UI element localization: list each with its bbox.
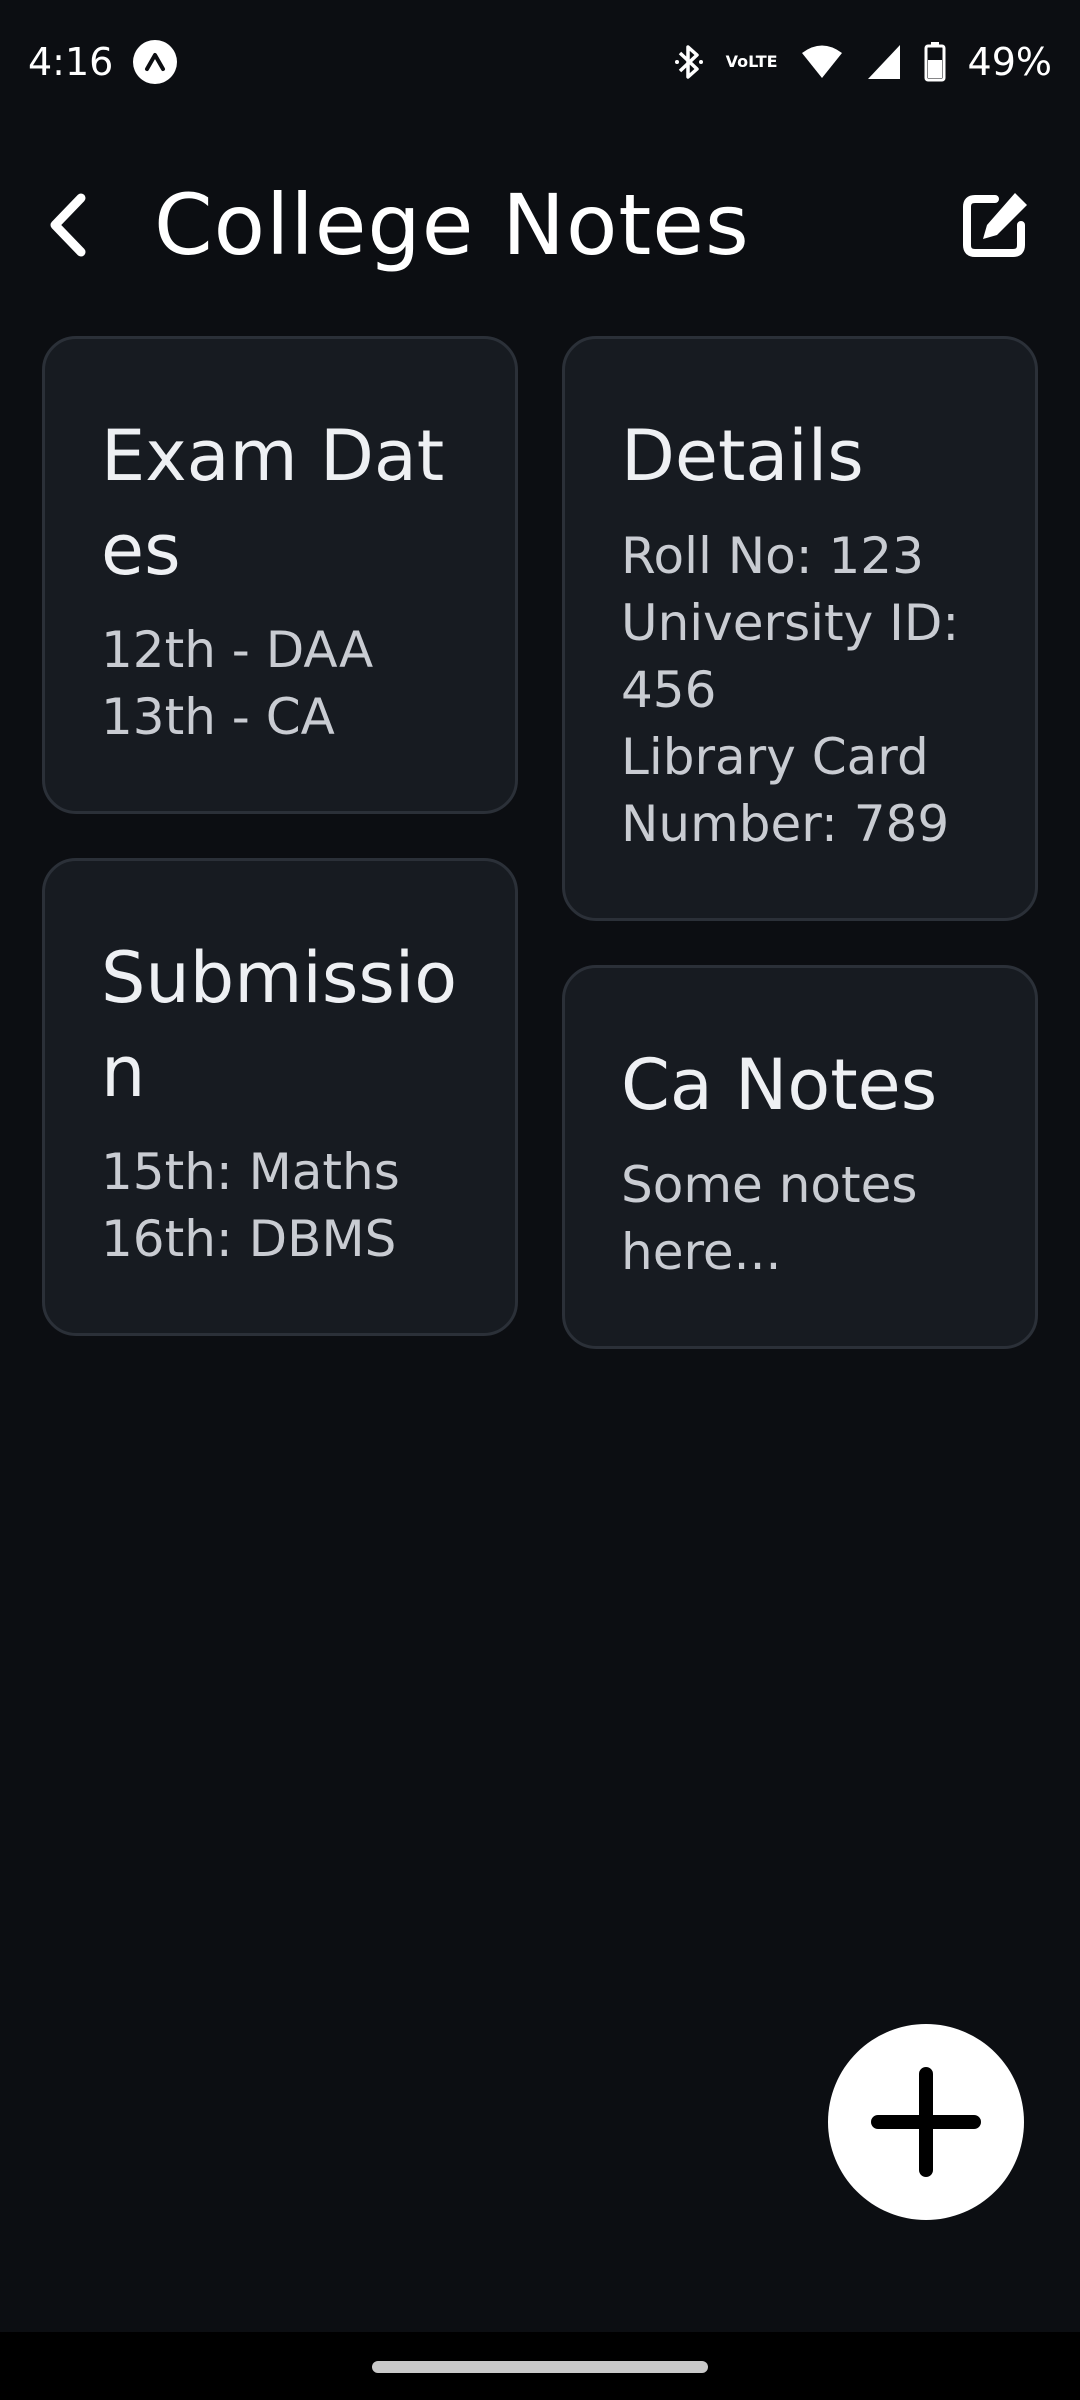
signal-icon <box>866 43 902 81</box>
status-bar: 4:16 Vo LTE 49% <box>0 0 1080 124</box>
note-card-exam-dates[interactable]: Exam Dates 12th - DAA 13th - CA <box>42 336 518 814</box>
note-card-details[interactable]: Details Roll No: 123 University ID: 456 … <box>562 336 1038 921</box>
note-title: Exam Dates <box>101 415 445 591</box>
notes-column-left: Exam Dates 12th - DAA 13th - CA Submissi… <box>42 336 518 1349</box>
note-body: Some notes here... <box>621 1156 918 1281</box>
status-left: 4:16 <box>28 40 178 84</box>
note-body: 12th - DAA 13th - CA <box>101 621 374 746</box>
volte-icon: Vo LTE <box>726 54 778 70</box>
note-title: Submission <box>101 937 458 1113</box>
note-body: 15th: Maths 16th: DBMS <box>101 1143 400 1268</box>
app-notification-icon <box>133 40 178 84</box>
wifi-icon <box>800 44 844 80</box>
edit-icon <box>963 193 1027 257</box>
note-card-submission[interactable]: Submission 15th: Maths 16th: DBMS <box>42 858 518 1336</box>
back-button[interactable] <box>48 180 118 270</box>
screen: 4:16 Vo LTE 49% College Notes Exam Dates… <box>0 0 1080 2400</box>
note-title: Ca Notes <box>621 1044 938 1126</box>
note-card-ca-notes[interactable]: Ca Notes Some notes here... <box>562 965 1038 1349</box>
note-body: Roll No: 123 University ID: 456 Library … <box>621 527 960 853</box>
notes-column-right: Details Roll No: 123 University ID: 456 … <box>562 336 1038 1349</box>
note-title: Details <box>621 415 864 497</box>
home-indicator[interactable] <box>372 2361 708 2373</box>
battery-percent: 49% <box>967 40 1052 84</box>
volte-bottom-text: LTE <box>748 52 778 71</box>
volte-top-text: Vo <box>725 52 749 71</box>
page-title: College Notes <box>154 176 750 274</box>
bluetooth-icon <box>674 42 704 82</box>
status-time: 4:16 <box>28 40 114 84</box>
notes-grid: Exam Dates 12th - DAA 13th - CA Submissi… <box>42 336 1038 1349</box>
chevron-left-icon <box>50 193 86 257</box>
battery-icon <box>924 42 946 82</box>
app-header: College Notes <box>0 150 1080 300</box>
add-note-button[interactable] <box>828 2024 1024 2220</box>
edit-button[interactable] <box>950 180 1040 270</box>
status-right: Vo LTE 49% <box>674 40 1052 84</box>
plus-icon <box>871 2067 981 2177</box>
